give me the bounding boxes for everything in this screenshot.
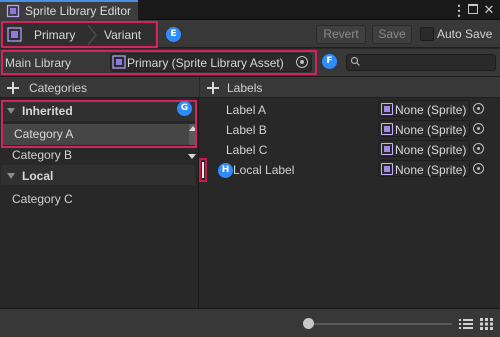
zoom-slider-handle[interactable] xyxy=(303,318,314,329)
annotation-box xyxy=(1,100,197,148)
add-category-icon[interactable] xyxy=(7,82,19,94)
sprite-library-icon xyxy=(6,4,20,18)
annotation-badge: G xyxy=(177,101,192,116)
zoom-slider[interactable] xyxy=(308,323,452,325)
annotation-box xyxy=(1,21,158,48)
window-title: Sprite Library Editor xyxy=(25,4,132,18)
category-item-label[interactable]: Category C xyxy=(12,192,73,206)
kebab-menu-icon[interactable]: ⋮ xyxy=(452,2,466,18)
label-name[interactable]: Label B xyxy=(226,123,267,137)
sprite-value: None (Sprite) xyxy=(395,143,467,157)
maximize-icon[interactable] xyxy=(468,4,478,14)
annotation-badge: E xyxy=(166,27,181,42)
categories-header-label: Categories xyxy=(29,81,88,95)
sprite-icon xyxy=(381,143,393,155)
group-label: Local xyxy=(22,169,54,183)
add-label-icon[interactable] xyxy=(207,82,219,94)
sprite-icon xyxy=(381,103,393,115)
labels-header-label: Labels xyxy=(227,81,263,95)
label-name[interactable]: Label A xyxy=(226,103,266,117)
label-name[interactable]: Label C xyxy=(226,143,267,157)
annotation-box xyxy=(1,50,317,75)
close-icon[interactable]: ✕ xyxy=(482,1,496,17)
list-view-icon[interactable] xyxy=(459,318,473,330)
autosave-checkbox[interactable] xyxy=(420,27,434,41)
sprite-icon xyxy=(381,163,393,175)
chevron-down-icon[interactable] xyxy=(7,173,15,179)
object-picker-icon[interactable] xyxy=(473,103,484,114)
search-icon xyxy=(350,56,360,66)
label-name[interactable]: Local Label xyxy=(233,163,294,177)
window-tab[interactable]: Sprite Library Editor xyxy=(0,0,138,20)
annotation-badge: F xyxy=(322,54,337,69)
sprite-icon xyxy=(381,123,393,135)
category-item-label[interactable]: Category B xyxy=(12,148,72,162)
object-picker-icon[interactable] xyxy=(473,163,484,174)
scroll-down-icon[interactable] xyxy=(188,154,196,159)
revert-button[interactable]: Revert xyxy=(316,25,366,44)
grid-view-icon[interactable] xyxy=(480,318,494,330)
object-picker-icon[interactable] xyxy=(473,123,484,134)
save-button[interactable]: Save xyxy=(372,25,412,44)
search-input[interactable] xyxy=(346,54,496,71)
sprite-value: None (Sprite) xyxy=(395,163,467,177)
sprite-value: None (Sprite) xyxy=(395,103,467,117)
autosave-label: Auto Save xyxy=(437,27,493,41)
annotation-badge: H xyxy=(218,163,233,178)
panel-splitter-handle[interactable] xyxy=(199,158,207,182)
sprite-value: None (Sprite) xyxy=(395,123,467,137)
object-picker-icon[interactable] xyxy=(473,143,484,154)
